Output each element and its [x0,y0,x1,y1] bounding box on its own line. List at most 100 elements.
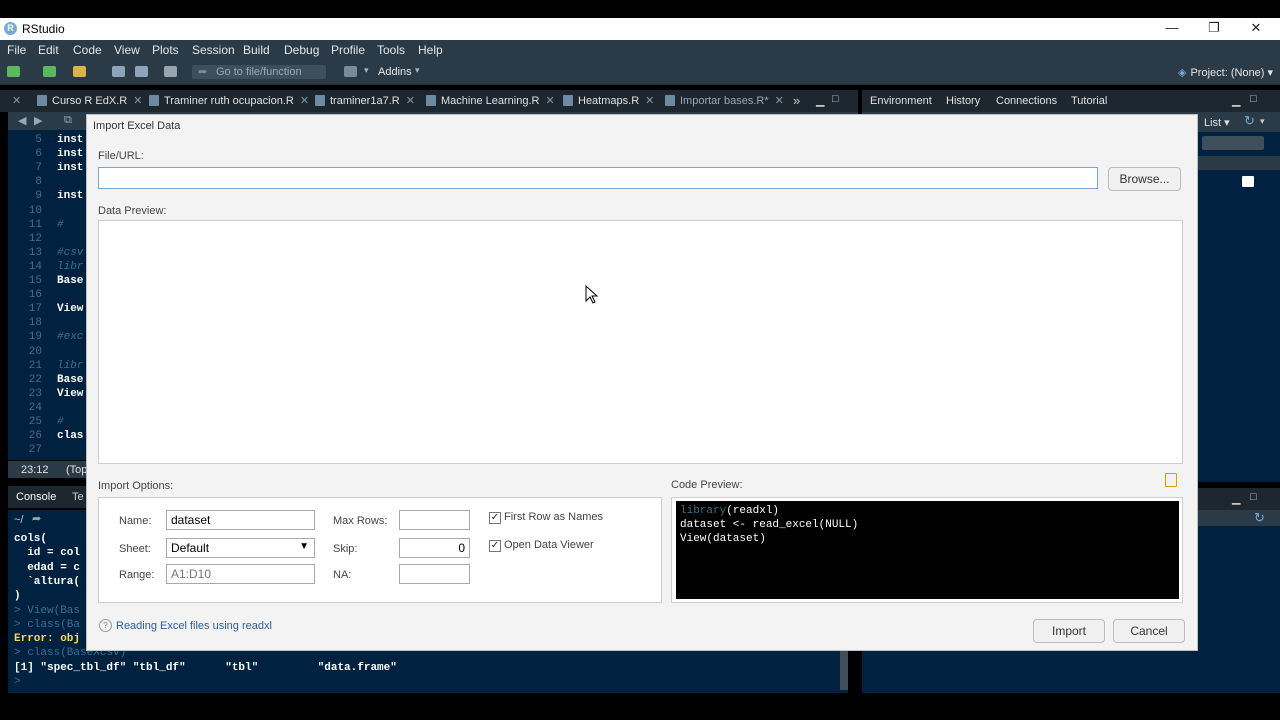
open-folder-icon[interactable] [73,66,86,77]
code-preview-label: Code Preview: [671,479,743,491]
save-all-icon[interactable] [135,66,148,77]
menu-plots[interactable]: Plots [152,43,179,57]
menu-edit[interactable]: Edit [38,43,59,57]
save-icon[interactable] [112,66,125,77]
goto-arrow-icon: ➦ [198,66,208,78]
browse-button[interactable]: Browse... [1108,167,1181,191]
list-view-menu[interactable]: List ▾ [1204,116,1230,129]
console-scrollbar[interactable] [840,650,848,690]
code-line: library(readxl) [680,505,779,517]
first-row-checkbox[interactable]: ✓ [489,512,501,524]
menu-file[interactable]: File [7,43,26,57]
grid-layout-icon[interactable] [344,66,357,77]
menu-help[interactable]: Help [418,43,443,57]
code-line: Base [57,373,84,386]
na-input[interactable] [399,564,470,584]
name-input[interactable] [166,510,315,530]
copy-to-clipboard-icon[interactable] [1165,473,1177,487]
line-number: 25 [28,416,42,428]
close-icon[interactable]: ✕ [775,95,784,107]
menu-debug[interactable]: Debug [284,43,319,57]
new-file-icon[interactable] [7,66,20,77]
sheet-select[interactable]: Default ▼ [166,538,315,558]
minimize-button[interactable]: — [1150,18,1194,40]
close-icon[interactable]: ✕ [545,95,554,107]
forward-arrow-icon[interactable]: ▶ [34,114,42,127]
scope-indicator[interactable]: (Top [66,464,87,476]
editor-tab[interactable]: Heatmaps.R ✕ [563,93,654,110]
open-viewer-label: Open Data Viewer [504,539,594,551]
tab-label: Importar bases.R* [680,95,769,107]
refresh-icon[interactable]: ↻ [1244,113,1255,129]
tab-connections[interactable]: Connections [996,95,1057,107]
chevron-down-icon[interactable]: ▾ [364,65,369,76]
menu-profile[interactable]: Profile [331,43,365,57]
main-toolbar: ➦ Go to file/function ▾ Addins ▾ ◈ Projec… [0,60,1280,85]
open-viewer-checkbox[interactable]: ✓ [489,540,501,552]
data-preview-label: Data Preview: [98,205,167,217]
close-icon[interactable]: ✕ [133,95,142,107]
tab-terminal[interactable]: Te [72,491,84,503]
menu-view[interactable]: View [114,43,140,57]
editor-status-bar: 23:12 (Top [8,461,92,478]
minimize-pane-icon[interactable]: ▁ [816,94,824,107]
addins-menu[interactable]: Addins [378,66,412,78]
goto-file-input[interactable]: ➦ Go to file/function [192,65,326,79]
editor-tab-active[interactable]: Importar bases.R* ✕ [665,93,784,110]
menu-build[interactable]: Build [243,43,270,57]
tab-environment[interactable]: Environment [870,95,932,107]
project-label: Project: (None) [1190,67,1265,79]
editor-tab[interactable]: Traminer ruth ocupacion.R ✕ [149,93,309,110]
max-rows-input[interactable] [399,510,470,530]
close-icon[interactable]: ✕ [406,95,415,107]
print-icon[interactable] [164,66,177,77]
editor-tab[interactable]: Curso R EdX.R ✕ [37,93,142,110]
editor-tab[interactable]: traminer1a7.R ✕ [315,93,415,110]
line-number: 18 [28,317,42,330]
tab-history[interactable]: History [946,95,980,107]
close-icon[interactable]: ✕ [645,95,654,107]
menu-code[interactable]: Code [73,43,102,57]
close-window-button[interactable]: ✕ [1234,18,1278,40]
environment-search-input[interactable] [1202,136,1264,150]
editor-tab[interactable]: Machine Learning.R ✕ [426,93,555,110]
grid-view-icon[interactable] [1242,176,1254,187]
code-function: library [680,505,727,517]
r-file-icon [37,95,47,106]
readxl-help-link[interactable]: Reading Excel files using readxl [116,620,272,632]
cancel-button[interactable]: Cancel [1113,619,1185,643]
chevron-down-icon[interactable]: ▾ [1260,116,1265,127]
minimize-pane-icon[interactable]: ▁ [1232,492,1240,505]
tab-console[interactable]: Console [16,491,56,503]
skip-input[interactable] [399,538,470,558]
refresh-icon[interactable]: ↻ [1254,510,1265,526]
project-cube-icon: ◈ [1178,67,1187,79]
back-arrow-icon[interactable]: ◀ [18,114,26,127]
minimize-pane-icon[interactable]: ▁ [1232,94,1240,107]
console-line: > View(Bas [14,604,81,617]
chevron-down-icon[interactable]: ▾ [415,65,420,76]
close-icon[interactable]: ✕ [12,94,21,107]
maximize-pane-icon[interactable]: □ [832,93,839,105]
goto-dir-icon[interactable]: ➦ [32,512,41,525]
import-options-panel: Name: Sheet: Default ▼ Range: Max Rows: … [98,497,662,603]
close-icon[interactable]: ✕ [300,95,309,107]
more-tabs-icon[interactable]: » [793,93,800,108]
maximize-pane-icon[interactable]: □ [1250,491,1257,503]
show-in-window-icon[interactable]: ⧉ [64,114,72,127]
file-url-input[interactable] [98,167,1098,189]
tab-tutorial[interactable]: Tutorial [1071,95,1107,107]
maximize-pane-icon[interactable]: □ [1250,93,1257,105]
new-project-icon[interactable] [43,66,56,77]
code-line: #csv [57,246,84,259]
rstudio-logo-icon: R [4,22,17,35]
menu-tools[interactable]: Tools [377,43,405,57]
menu-session[interactable]: Session [192,43,235,57]
import-button[interactable]: Import [1033,619,1105,643]
restore-button[interactable]: ❐ [1192,18,1236,40]
project-menu[interactable]: ◈ Project: (None) ▾ [1178,66,1273,79]
range-input[interactable] [166,564,315,584]
line-number: 7 [35,162,42,175]
console-line: > [14,676,21,688]
code-editor[interactable]: 5 inst 6 inst 7 inst 8 9 inst 10 11 #12 13 #csv 14 libr… [8,130,92,460]
